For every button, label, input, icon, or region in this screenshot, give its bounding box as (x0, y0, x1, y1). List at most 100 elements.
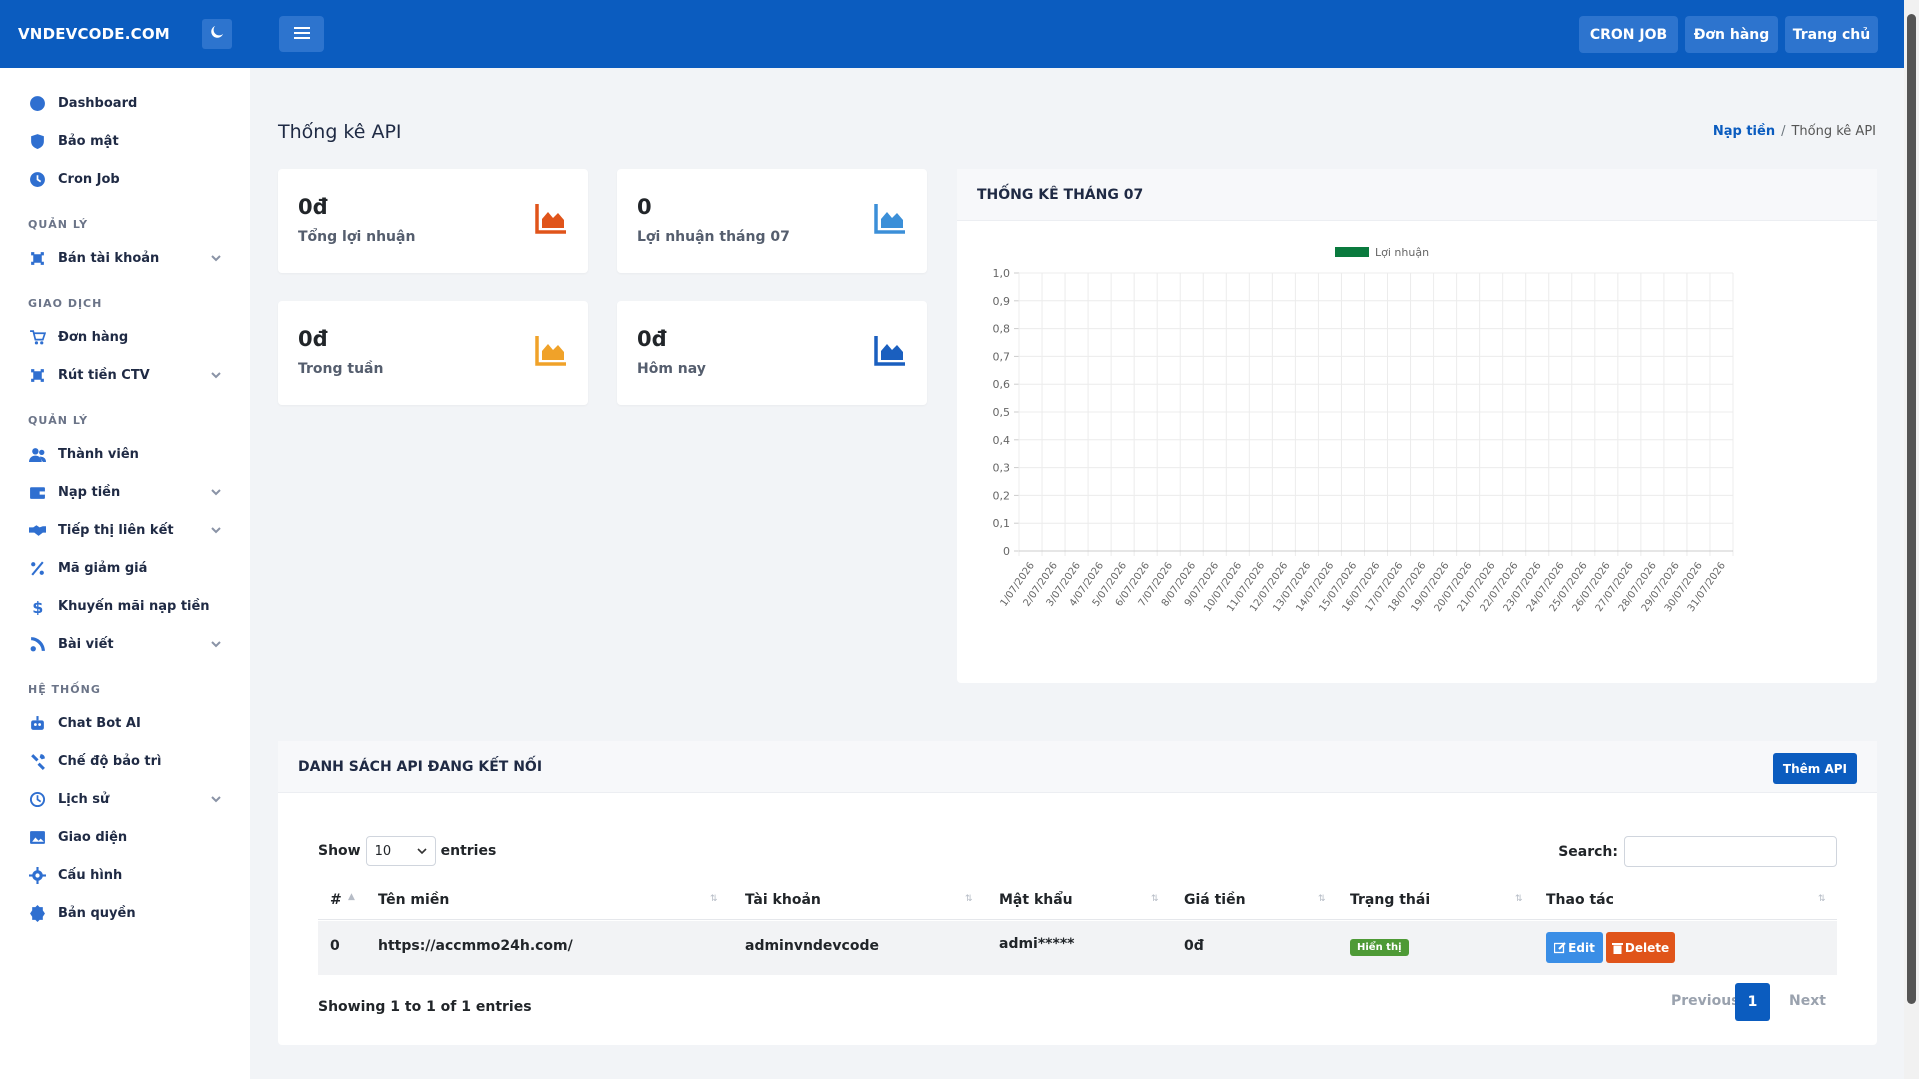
users-icon (28, 445, 46, 463)
cron-job-button[interactable]: CRON JOB (1579, 16, 1678, 53)
sidebar-item-label: Bản quyền (58, 905, 136, 921)
sidebar-item-label: Nạp tiền (58, 484, 121, 500)
cell-password: admi***** (999, 936, 1075, 952)
sidebar-item-rút-tiền-ctv[interactable]: Rút tiền CTV (0, 356, 250, 394)
home-button[interactable]: Trang chủ (1785, 16, 1878, 53)
y-tick-label: 0,1 (993, 517, 1011, 530)
col-domain[interactable]: Tên miền (378, 892, 449, 908)
legend-label: Lợi nhuận (1375, 246, 1429, 259)
col-price[interactable]: Giá tiền (1184, 892, 1246, 908)
orders-button[interactable]: Đơn hàng (1685, 16, 1778, 53)
brand-name[interactable]: VNDEVCODE.COM (18, 25, 170, 43)
y-tick-label: 0,6 (993, 378, 1011, 391)
handshake-icon (28, 521, 46, 539)
sidebar-item-chat-bot-ai[interactable]: Chat Bot AI (0, 704, 250, 742)
table-row: 0 https://accmmo24h.com/ adminvndevcode … (318, 921, 1837, 975)
col-index[interactable]: # (330, 892, 342, 908)
breadcrumb-separator: / (1781, 124, 1786, 139)
area-chart-icon (535, 336, 566, 366)
menu-toggle-button[interactable] (279, 16, 324, 52)
area-chart-icon (535, 204, 566, 234)
sort-icon[interactable]: ⇅ (1318, 894, 1326, 904)
scrollbar-thumb[interactable] (1907, 14, 1916, 1004)
cell-domain: https://accmmo24h.com/ (378, 938, 573, 954)
sidebar-section-heading: HỆ THỐNG (28, 683, 101, 696)
add-api-button[interactable]: Thêm API (1772, 753, 1857, 784)
stat-value: 0đ (637, 327, 667, 351)
sidebar-section-heading: QUẢN LÝ (28, 414, 89, 427)
cart-icon (28, 328, 46, 346)
cell-price: 0đ (1184, 938, 1204, 954)
sidebar-item-label: Khuyến mãi nạp tiền (58, 598, 210, 614)
theme-toggle-button[interactable] (202, 19, 232, 49)
page-length-select[interactable]: 10 (365, 836, 436, 866)
sidebar-item-bài-viết[interactable]: Bài viết (0, 625, 250, 663)
sidebar-item-đơn-hàng[interactable]: Đơn hàng (0, 318, 250, 356)
history-icon (28, 790, 46, 808)
box-icon (28, 366, 46, 384)
pagination: Previous 1 Next (1671, 983, 1837, 1021)
pagination-previous[interactable]: Previous (1671, 993, 1740, 1009)
sidebar-item-tiếp-thị-liên-kết[interactable]: Tiếp thị liên kết (0, 511, 250, 549)
sort-icon[interactable]: ⇅ (1515, 894, 1523, 904)
sidebar-item-bản-quyền[interactable]: Bản quyền (0, 894, 250, 932)
sidebar-item-chế-độ-bảo-trì[interactable]: Chế độ bảo trì (0, 742, 250, 780)
entries-label: entries (440, 843, 497, 859)
y-tick-label: 0,9 (993, 295, 1011, 308)
show-label: Show (318, 843, 361, 859)
col-account[interactable]: Tài khoản (745, 892, 821, 908)
stat-label: Lợi nhuận tháng 07 (637, 229, 790, 245)
sidebar-item-bảo-mật[interactable]: Bảo mật (0, 122, 250, 160)
sidebar-item-thành-viên[interactable]: Thành viên (0, 435, 250, 473)
sidebar-item-label: Thành viên (58, 446, 139, 462)
pagination-page-1[interactable]: 1 (1735, 983, 1770, 1021)
edit-button[interactable]: Edit (1546, 932, 1603, 963)
sort-icon[interactable]: ⇅ (1151, 894, 1159, 904)
search-input[interactable] (1624, 836, 1837, 867)
page-title: Thống kê API (278, 121, 402, 143)
dollar-icon: $ (28, 597, 46, 615)
stat-card-month-profit: 0 Lợi nhuận tháng 07 (617, 169, 927, 273)
sidebar-item-khuyến-mãi-nạp-tiền[interactable]: $ Khuyến mãi nạp tiền (0, 587, 250, 625)
status-badge: Hiển thị (1350, 939, 1409, 956)
sidebar-item-giao-diện[interactable]: Giao diện (0, 818, 250, 856)
chevron-down-icon (210, 486, 222, 498)
page-length-control: Show 10 entries (318, 836, 496, 866)
sidebar-item-cấu-hình[interactable]: Cấu hình (0, 856, 250, 894)
chevron-down-icon (210, 793, 222, 805)
sort-icon[interactable]: ⇅ (1818, 894, 1826, 904)
blog-icon (28, 635, 46, 653)
col-actions[interactable]: Thao tác (1546, 892, 1614, 908)
page-length-value: 10 (374, 843, 392, 859)
delete-button[interactable]: Delete (1606, 932, 1675, 963)
sidebar-item-label: Cấu hình (58, 867, 123, 883)
api-list-title-text: DANH SÁCH API ĐANG KẾT NỐI (298, 758, 543, 775)
api-list-title: DANH SÁCH API ĐANG KẾT NỐI Thêm API (278, 741, 1877, 793)
sidebar-item-dashboard[interactable]: Dashboard (0, 84, 250, 122)
y-tick-label: 1,0 (993, 267, 1011, 280)
pagination-next[interactable]: Next (1789, 993, 1826, 1009)
col-password[interactable]: Mật khẩu (999, 892, 1073, 908)
stat-label: Trong tuần (298, 361, 384, 377)
stat-value: 0 (637, 195, 652, 219)
tools-icon (28, 752, 46, 770)
sort-icon[interactable]: ⇅ (710, 894, 718, 904)
sidebar-item-bán-tài-khoản[interactable]: Bán tài khoản (0, 239, 250, 277)
chevron-down-icon (210, 369, 222, 381)
sidebar-item-nạp-tiền[interactable]: Nạp tiền (0, 473, 250, 511)
stat-value: 0đ (298, 195, 328, 219)
y-tick-label: 0,5 (993, 406, 1011, 419)
page-scrollbar[interactable] (1904, 0, 1919, 1079)
sidebar-item-mã-giảm-giá[interactable]: Mã giảm giá (0, 549, 250, 587)
sort-icon[interactable]: ⇅ (965, 894, 973, 904)
cell-account: adminvndevcode (745, 938, 879, 954)
col-status[interactable]: Trạng thái (1350, 892, 1430, 908)
sidebar-item-cron-job[interactable]: Cron Job (0, 160, 250, 198)
sidebar-item-label: Chế độ bảo trì (58, 753, 162, 769)
sort-asc-icon[interactable]: ▲ (348, 892, 355, 902)
y-tick-label: 0,4 (993, 434, 1011, 447)
legend-swatch (1335, 247, 1369, 257)
sidebar-item-lịch-sử[interactable]: Lịch sử (0, 780, 250, 818)
breadcrumb-link[interactable]: Nạp tiền (1713, 124, 1775, 139)
y-tick-label: 0 (1003, 545, 1010, 558)
